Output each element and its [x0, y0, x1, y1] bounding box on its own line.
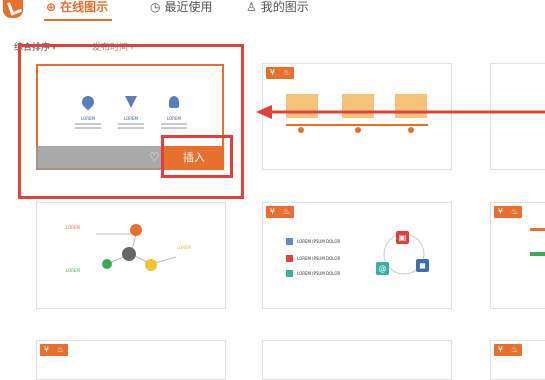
card5-node-right: ◼ [416, 259, 429, 272]
globe-icon: ⊕ [46, 0, 57, 14]
annotation-box-insert [161, 135, 233, 178]
template-card-9[interactable]: ¥ ♨ [490, 340, 545, 380]
template-card-8[interactable] [262, 340, 452, 380]
tab-bar: ⊕ 在线图示 ◷ 最近使用 ♙ 我的图示 [0, 0, 545, 22]
user-icon: ♙ [246, 0, 257, 14]
app-logo [0, 0, 26, 22]
vip-badge: ¥ ♨ [494, 206, 522, 218]
vip-badge: ¥ ♨ [266, 67, 294, 79]
tab-my-diagrams[interactable]: ♙ 我的图示 [246, 0, 309, 20]
template-card-7[interactable]: ¥ ♨ [36, 340, 226, 380]
vip-badge: ¥ ♨ [494, 344, 522, 356]
card6-line-1 [530, 228, 545, 231]
card5-list-item-2: LOREM IPSUM DOLOR [286, 255, 340, 262]
card5-list-item-1: LOREM IPSUM DOLOR [286, 238, 340, 245]
card5-node-top: ▣ [396, 231, 409, 244]
annotation-arrow [256, 105, 545, 119]
tab-recent[interactable]: ◷ 最近使用 [150, 0, 213, 20]
card4-diagram [96, 224, 177, 271]
vip-badge: ¥ ♨ [266, 206, 294, 218]
clock-icon: ◷ [150, 0, 161, 14]
card5-node-left: @ [376, 262, 389, 275]
tab-online-diagrams[interactable]: ⊕ 在线图示 [46, 0, 108, 20]
vip-badge: ¥ ♨ [40, 344, 68, 356]
active-tab-indicator [44, 19, 112, 21]
card6-line-2 [530, 252, 545, 256]
card5-list-item-3: LOREM IPSUM DOLOR [286, 270, 340, 277]
